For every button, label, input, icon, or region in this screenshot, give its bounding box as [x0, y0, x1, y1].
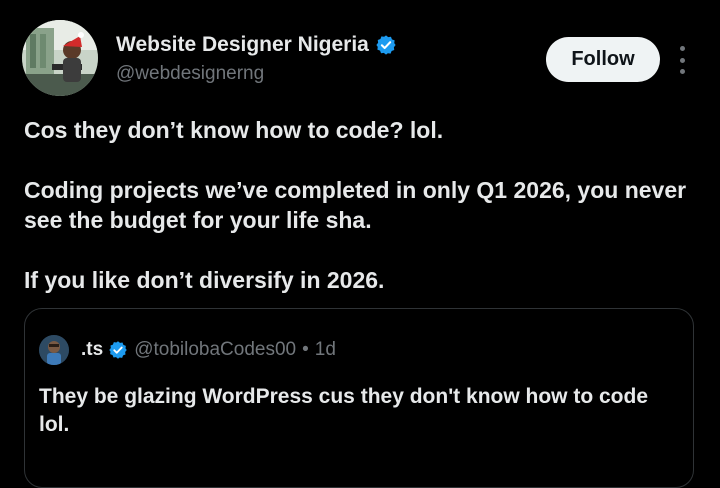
tweet-paragraph: Coding projects we’ve completed in only …: [24, 177, 687, 233]
separator-dot: •: [302, 339, 309, 360]
more-dot: [679, 46, 685, 51]
quoted-avatar-image: [39, 335, 69, 365]
author-display-name[interactable]: Website Designer Nigeria: [116, 33, 369, 57]
quoted-verified-badge-icon: [108, 340, 128, 360]
tweet-paragraph: If you like don’t diversify in 2026.: [24, 267, 385, 293]
quoted-tweet-card[interactable]: .ts @tobilobaCodes00 • 1d They be glazin…: [24, 308, 694, 488]
quoted-author-avatar[interactable]: [39, 335, 69, 365]
quoted-author-handle[interactable]: @tobilobaCodes00: [134, 339, 296, 361]
more-dot: [679, 57, 685, 63]
tweet-paragraph: Cos they don’t know how to code? lol.: [24, 117, 444, 143]
author-name-row: Website Designer Nigeria: [116, 32, 397, 58]
author-avatar[interactable]: [22, 20, 98, 96]
quoted-author-name[interactable]: .ts: [81, 339, 103, 361]
verified-badge-icon: [375, 34, 397, 56]
more-options-icon[interactable]: [672, 46, 692, 74]
follow-button[interactable]: Follow: [546, 37, 660, 82]
tweet-body: Cos they don’t know how to code? lol. Co…: [24, 115, 704, 325]
author-handle[interactable]: @webdesignerng: [116, 63, 264, 85]
more-dot: [679, 69, 685, 74]
avatar-photo: [22, 20, 98, 96]
quoted-timestamp[interactable]: 1d: [315, 339, 336, 361]
quoted-tweet-header: .ts @tobilobaCodes00 • 1d: [39, 335, 336, 365]
quoted-tweet-text: They be glazing WordPress cus they don't…: [39, 385, 649, 436]
